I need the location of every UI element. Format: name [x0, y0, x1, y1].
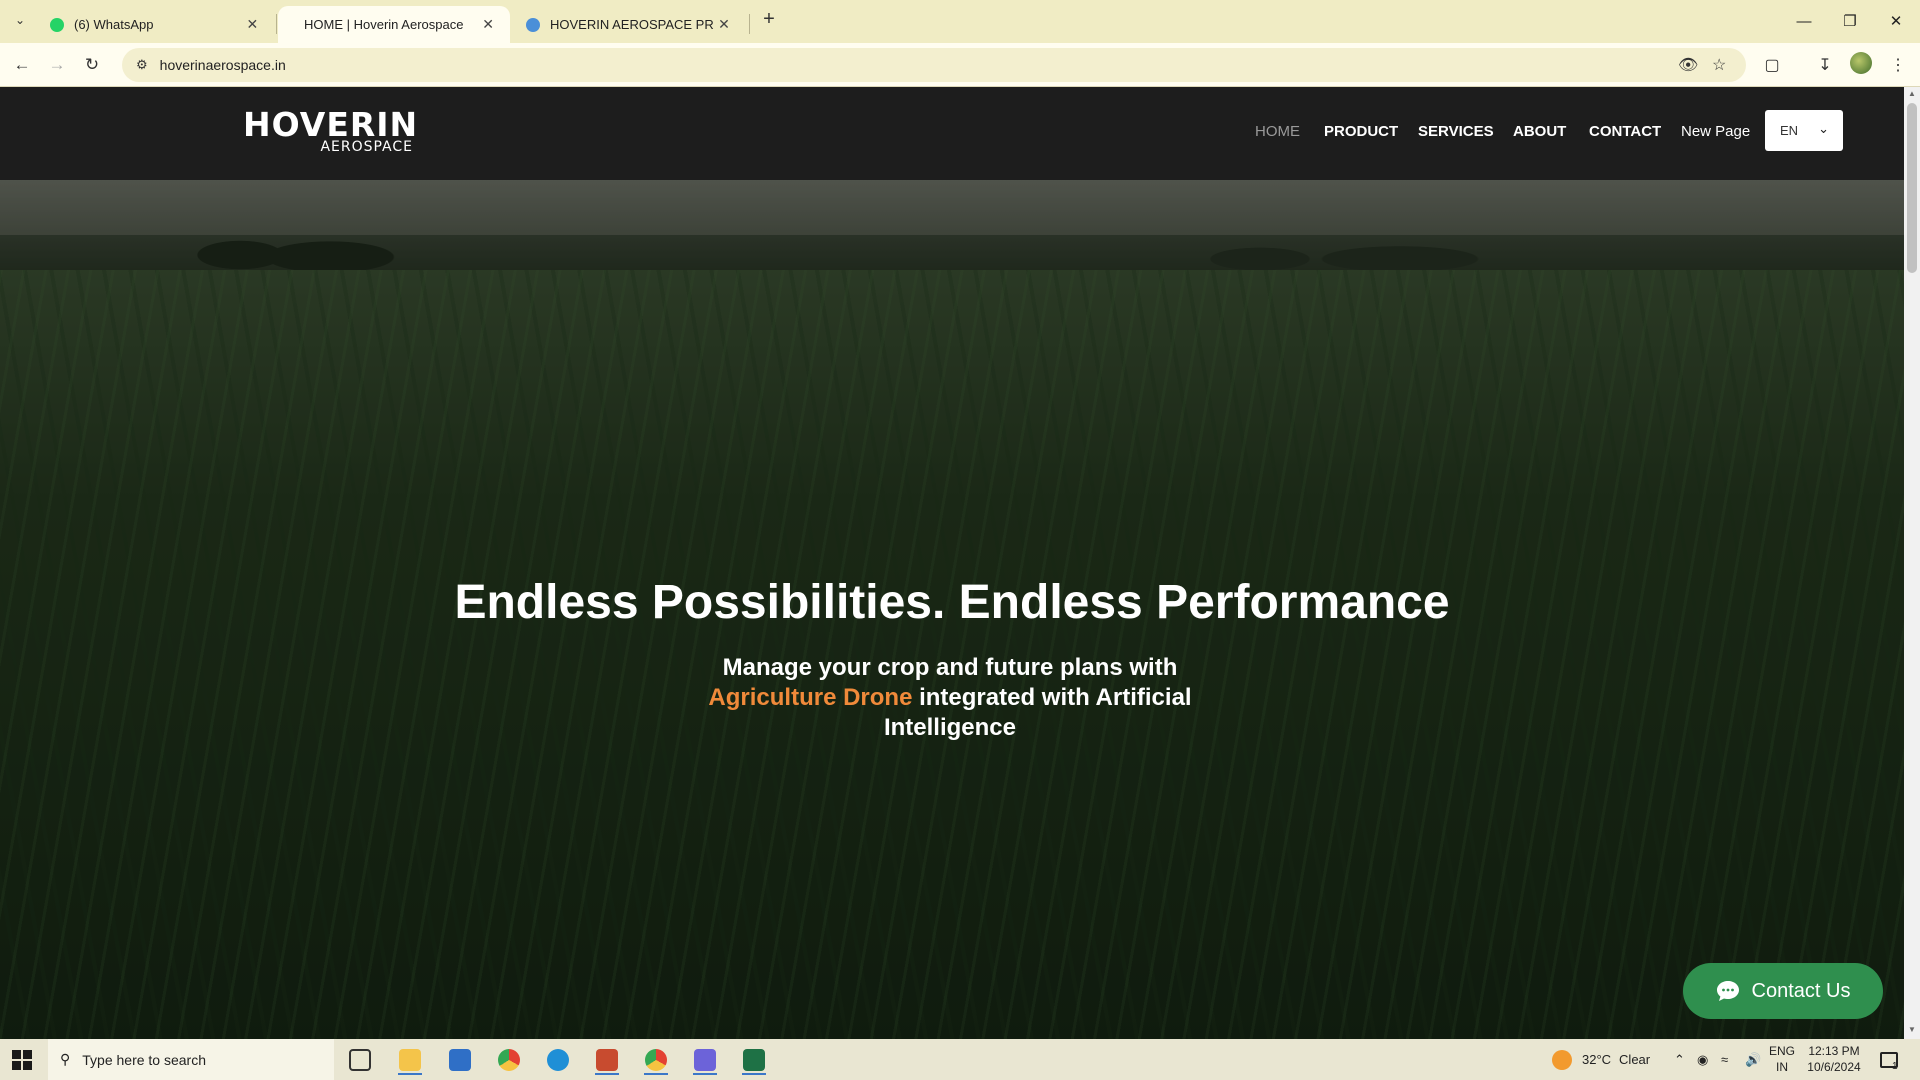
edge-icon[interactable]: [538, 1044, 578, 1075]
notification-center-icon[interactable]: 1: [1880, 1039, 1898, 1080]
meet-now-icon[interactable]: ◉: [1697, 1039, 1708, 1080]
tab-search-chevron-icon[interactable]: ⌄: [8, 8, 32, 32]
excel-icon[interactable]: [734, 1044, 774, 1075]
forward-arrow-icon[interactable]: →: [43, 51, 71, 79]
windows-taskbar: ⚲ Type here to search 32°C Clear ⌃ ◉ ≈ 🔊…: [0, 1039, 1920, 1080]
profile-avatar-icon[interactable]: [1850, 52, 1872, 74]
contact-us-button[interactable]: Contact Us: [1683, 963, 1883, 1019]
restore-icon[interactable]: ❐: [1827, 6, 1873, 36]
tab-whatsapp[interactable]: (6) WhatsApp ✕: [36, 6, 274, 43]
language-line2: IN: [1776, 1060, 1788, 1074]
scrollbar-thumb[interactable]: [1907, 103, 1917, 273]
weather-widget[interactable]: 32°C Clear: [1552, 1039, 1650, 1080]
powerpoint-icon[interactable]: [587, 1044, 627, 1075]
tab-divider: [276, 14, 277, 34]
chrome-icon[interactable]: [489, 1044, 529, 1075]
tab-hoverin-home[interactable]: HOME | Hoverin Aerospace ✕: [278, 6, 510, 43]
nav-new-page[interactable]: New Page: [1681, 123, 1750, 140]
nav-about[interactable]: ABOUT: [1513, 123, 1566, 140]
tab-close-icon[interactable]: ✕: [480, 16, 496, 33]
language-select[interactable]: EN ⌄: [1765, 110, 1843, 151]
hero-title: Endless Possibilities. Endless Performan…: [454, 576, 1450, 629]
hero-subtitle-highlight: Agriculture Drone: [708, 684, 913, 711]
nav-product[interactable]: PRODUCT: [1324, 123, 1398, 140]
taskbar-search-box[interactable]: ⚲ Type here to search: [48, 1039, 334, 1080]
hero-subtitle: Manage your crop and future plans with A…: [680, 653, 1220, 743]
weather-temp: 32°C: [1582, 1052, 1612, 1067]
hero-subtitle-post: integrated with Artificial Intelligence: [883, 684, 1192, 741]
volume-icon[interactable]: 🔊: [1745, 1039, 1761, 1080]
language-value: EN: [1780, 123, 1799, 138]
photos-icon[interactable]: [685, 1044, 725, 1075]
system-clock[interactable]: 12:13 PM 10/6/2024: [1800, 1043, 1868, 1075]
tab-title: HOVERIN AEROSPACE PRIVATE: [550, 17, 714, 32]
hoverin-logo[interactable]: HOVERIN AEROSPACE: [243, 105, 417, 161]
nav-home[interactable]: HOME: [1255, 123, 1300, 140]
file-explorer-icon[interactable]: [390, 1044, 430, 1075]
nav-contact[interactable]: CONTACT: [1589, 123, 1661, 140]
chat-bubble-icon: [1716, 981, 1739, 1001]
mail-icon[interactable]: [440, 1044, 480, 1075]
tab-title: (6) WhatsApp: [74, 17, 154, 32]
show-hidden-icons-chevron-icon[interactable]: ⌃: [1674, 1039, 1685, 1080]
scroll-down-arrow-icon[interactable]: ▼: [1904, 1025, 1920, 1034]
address-bar[interactable]: ⚙ hoverinaerospace.in 👁 ☆: [122, 48, 1746, 82]
weather-condition: Clear: [1619, 1052, 1651, 1067]
clock-date: 10/6/2024: [1807, 1060, 1861, 1074]
hero-subtitle-pre: Manage your crop and future plans with: [722, 654, 1178, 681]
reload-icon[interactable]: ↻: [78, 51, 106, 79]
site-header: HOVERIN AEROSPACE HOME PRODUCT SERVICES …: [0, 87, 1904, 180]
eye-off-icon[interactable]: 👁: [1678, 48, 1698, 82]
weather-sun-icon: [1552, 1049, 1572, 1070]
scroll-up-arrow-icon[interactable]: ▲: [1904, 89, 1920, 98]
notification-bubble-icon: [1880, 1051, 1898, 1068]
browser-tab-strip: ⌄ (6) WhatsApp ✕ HOME | Hoverin Aerospac…: [0, 0, 1920, 43]
bookmark-star-icon[interactable]: ☆: [1712, 48, 1726, 82]
site-settings-icon[interactable]: ⚙: [136, 57, 148, 73]
hero-section: Endless Possibilities. Endless Performan…: [0, 180, 1904, 1039]
chevron-down-icon: ⌄: [1818, 121, 1829, 136]
url-text[interactable]: hoverinaerospace.in: [160, 57, 286, 73]
page-scrollbar[interactable]: ▲ ▼: [1904, 87, 1920, 1039]
chrome-profile-icon[interactable]: [636, 1044, 676, 1075]
contact-us-label: Contact Us: [1751, 979, 1851, 1002]
search-placeholder: Type here to search: [82, 1051, 207, 1068]
tab-hoverin-private[interactable]: HOVERIN AEROSPACE PRIVATE ✕: [512, 6, 746, 43]
task-view-icon[interactable]: [340, 1044, 380, 1075]
tab-divider: [749, 14, 750, 34]
browser-toolbar: ← → ↻ ⚙ hoverinaerospace.in 👁 ☆ ▢ ↧ ⋮: [0, 43, 1920, 87]
download-icon[interactable]: ↧: [1813, 53, 1837, 77]
tab-close-icon[interactable]: ✕: [245, 16, 260, 33]
clock-time: 12:13 PM: [1808, 1044, 1860, 1058]
web-page: HOVERIN AEROSPACE HOME PRODUCT SERVICES …: [0, 87, 1904, 1039]
search-icon: ⚲: [60, 1051, 71, 1067]
tab-close-icon[interactable]: ✕: [716, 16, 732, 33]
new-tab-plus-icon[interactable]: +: [757, 8, 781, 31]
network-wifi-icon[interactable]: ≈: [1721, 1039, 1728, 1080]
minimize-icon[interactable]: —: [1781, 6, 1827, 36]
window-close-icon[interactable]: ✕: [1873, 6, 1919, 36]
nav-services[interactable]: SERVICES: [1418, 123, 1494, 140]
input-language-indicator[interactable]: ENG IN: [1766, 1043, 1798, 1075]
more-menu-icon[interactable]: ⋮: [1886, 53, 1910, 77]
extensions-puzzle-icon[interactable]: ▢: [1760, 53, 1784, 77]
logo-sub-text: AEROSPACE: [320, 139, 413, 155]
windows-start-icon[interactable]: [12, 1050, 32, 1070]
tab-title: HOME | Hoverin Aerospace: [304, 17, 464, 32]
whatsapp-favicon-icon: [50, 17, 64, 32]
globe-favicon-icon: [526, 17, 540, 32]
language-line1: ENG: [1768, 1044, 1795, 1058]
back-arrow-icon[interactable]: ←: [8, 51, 36, 79]
